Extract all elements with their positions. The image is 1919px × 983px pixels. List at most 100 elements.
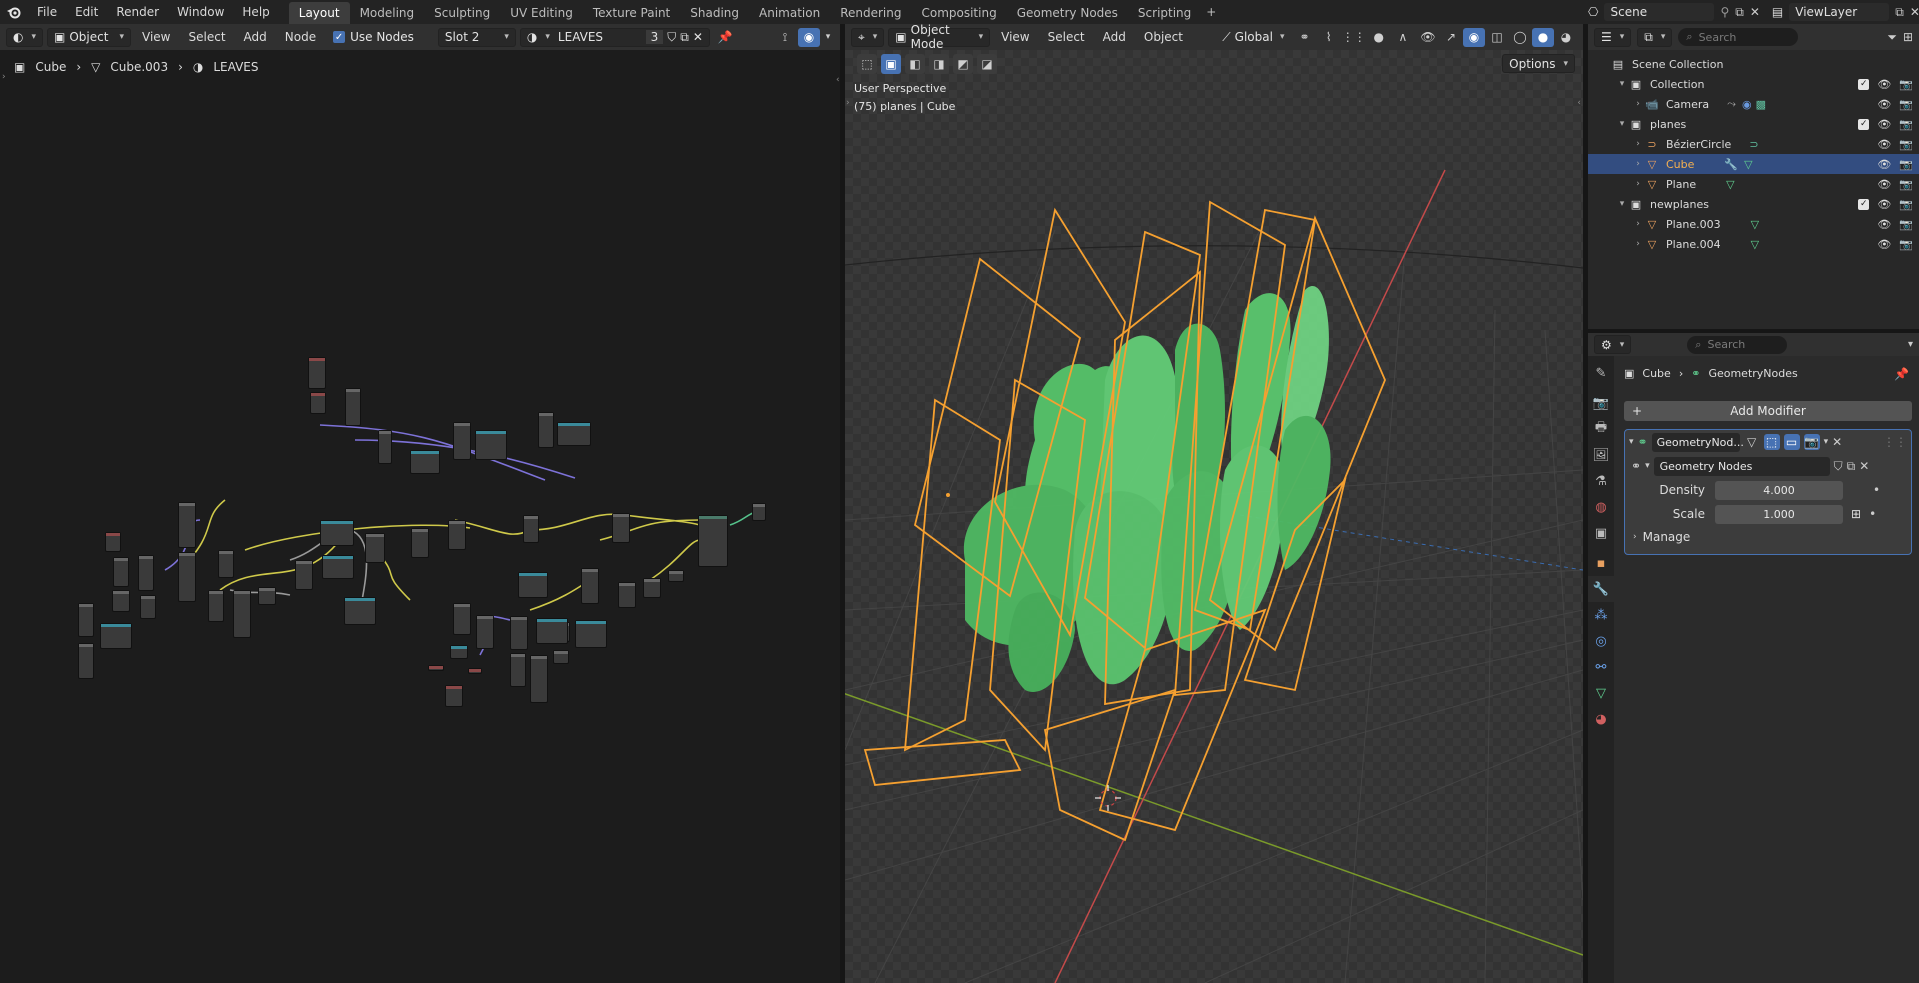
overlays-icon[interactable]: ◉ (798, 27, 820, 47)
eye-icon[interactable]: 👁 (1877, 238, 1891, 251)
node-block[interactable] (476, 615, 494, 649)
chevron-right-icon[interactable]: › (1632, 139, 1644, 149)
node-block[interactable] (518, 572, 548, 598)
fake-user-icon[interactable]: ⛉ (667, 30, 676, 45)
render-tab-icon[interactable]: 📷 (1588, 390, 1614, 416)
shading-solid-icon[interactable]: ● (1532, 27, 1554, 47)
camera-render-icon[interactable]: 📷 (1899, 198, 1913, 211)
menu-help[interactable]: Help (233, 0, 278, 24)
object-tab-icon[interactable]: ▪ (1588, 550, 1614, 576)
menu-view[interactable]: View (994, 30, 1036, 44)
options-dropdown[interactable]: Options ▾ (1502, 54, 1575, 73)
node-editor-canvas[interactable] (0, 50, 840, 983)
camera-render-icon[interactable]: 📷 (1899, 78, 1913, 91)
snap-icon[interactable]: ⌇ (1319, 28, 1339, 47)
chevron-down-icon[interactable]: ▾ (1629, 437, 1634, 447)
density-field[interactable]: 4.000 (1715, 480, 1843, 500)
fake-user-icon[interactable]: ⛉ (1834, 459, 1843, 474)
node-block[interactable] (581, 568, 599, 604)
node-block[interactable] (100, 623, 132, 649)
node-block[interactable] (752, 503, 766, 521)
camera-render-icon[interactable]: 📷 (1899, 158, 1913, 171)
object-type-dropdown[interactable]: ▣ Object ▾ (47, 27, 132, 47)
node-block[interactable] (618, 582, 636, 608)
eye-icon[interactable]: 👁 (1877, 158, 1891, 171)
edit-mode-icon[interactable]: ▽ (1744, 434, 1760, 450)
tab-geometry-nodes[interactable]: Geometry Nodes (1007, 2, 1128, 24)
keyframe-dot-icon[interactable]: • (1873, 483, 1880, 497)
chevron-right-icon[interactable]: › (1632, 219, 1644, 229)
node-block[interactable] (105, 532, 121, 552)
sidebar-toggle-icon[interactable]: ‹ (1577, 98, 1581, 108)
node-tree-icon[interactable]: ⚭ (1631, 459, 1641, 473)
chevron-down-icon[interactable]: ▾ (1645, 461, 1650, 471)
node-block[interactable] (523, 515, 539, 543)
menu-edit[interactable]: Edit (66, 0, 107, 24)
pivot-icon[interactable]: ⚭ (1294, 28, 1314, 47)
exclude-checkbox[interactable]: ✓ (1858, 78, 1870, 90)
outliner-row-plane-004[interactable]: › ▽ Plane.004 ▽ 👁 📷 (1588, 234, 1919, 254)
keyframe-dot-icon[interactable]: • (1869, 507, 1876, 521)
material-selector[interactable]: ◑ ▾ LEAVES 3 ⛉ ⧉ ✕ (519, 27, 710, 47)
proportional-edit-icon[interactable]: ● (1369, 28, 1389, 47)
outliner-row-cube[interactable]: › ▽ Cube 🔧 ▽ 👁 📷 (1588, 154, 1919, 174)
node-block[interactable] (557, 422, 591, 446)
select-tool-icon[interactable]: ⬚ (857, 54, 877, 74)
menu-window[interactable]: Window (168, 0, 233, 24)
node-block[interactable] (295, 560, 313, 590)
chevron-right-icon[interactable]: › (1632, 99, 1644, 109)
node-block[interactable] (78, 603, 94, 637)
scene-field[interactable]: Scene (1604, 3, 1715, 21)
node-block[interactable] (233, 590, 251, 638)
outliner-row-plane-003[interactable]: › ▽ Plane.003 ▽ 👁 📷 (1588, 214, 1919, 234)
eye-icon[interactable]: 👁 (1877, 78, 1891, 91)
outliner-row-plane[interactable]: › ▽ Plane ▽ 👁 📷 (1588, 174, 1919, 194)
slot-dropdown[interactable]: Slot 2 ▾ (437, 27, 516, 47)
node-block[interactable] (553, 650, 569, 664)
tab-uv-editing[interactable]: UV Editing (500, 2, 583, 24)
mode-dropdown[interactable]: ▣ Object Mode ▾ (888, 23, 991, 51)
tab-layout[interactable]: Layout (288, 2, 350, 24)
node-block[interactable] (445, 685, 463, 707)
menu-object[interactable]: Object (1137, 30, 1190, 44)
shading-material-icon[interactable]: ◕ (1555, 28, 1577, 47)
tab-animation[interactable]: Animation (749, 2, 830, 24)
unlink-material-icon[interactable]: ✕ (693, 30, 703, 44)
node-block[interactable] (378, 430, 392, 464)
node-block[interactable] (428, 665, 444, 671)
eye-icon[interactable]: 👁 (1877, 218, 1891, 231)
menu-add[interactable]: Add (237, 30, 274, 44)
duplicate-icon[interactable]: ⧉ (1847, 459, 1856, 474)
output-tab-icon[interactable]: 🖶 (1588, 416, 1614, 442)
node-block[interactable] (538, 412, 554, 448)
xray-icon[interactable]: ◫ (1486, 28, 1508, 47)
node-block[interactable] (450, 645, 468, 659)
outliner-row-collection[interactable]: ▾ ▣ Collection ✓ 👁 📷 (1588, 74, 1919, 94)
3d-viewport[interactable]: ⬚ ▣ ◧ ◨ ◩ ◪ Options ▾ User Perspective (7… (845, 50, 1583, 983)
snap-target-icon[interactable]: ⋮⋮ (1342, 28, 1366, 47)
shading-wireframe-icon[interactable]: ◯ (1509, 28, 1531, 47)
render-icon[interactable]: 📷 (1803, 434, 1820, 450)
view-layer-icon[interactable]: ▤ (1772, 5, 1783, 19)
material-users-count[interactable]: 3 (645, 30, 664, 44)
node-block[interactable] (411, 528, 429, 558)
select-new-icon[interactable]: ▣ (881, 54, 901, 74)
falloff-icon[interactable]: ∧ (1393, 28, 1413, 47)
physics-tab-icon[interactable]: ◎ (1588, 628, 1614, 654)
select-extend-icon[interactable]: ◧ (905, 54, 925, 74)
node-block[interactable] (308, 357, 326, 389)
node-block[interactable] (140, 595, 156, 619)
world-tab-icon[interactable]: ◍ (1588, 494, 1614, 520)
node-block[interactable] (320, 520, 354, 546)
node-block[interactable] (178, 502, 196, 548)
tab-shading[interactable]: Shading (680, 2, 749, 24)
transform-orientation-dropdown[interactable]: ⟋ Global ▾ (1216, 28, 1290, 47)
outliner-row-scene-collection[interactable]: ▤ Scene Collection (1588, 54, 1919, 74)
node-block[interactable] (178, 552, 196, 602)
constraints-tab-icon[interactable]: ⚯ (1588, 654, 1614, 680)
editor-type-dropdown[interactable]: ⌖ ▾ (851, 27, 885, 47)
menu-render[interactable]: Render (107, 0, 168, 24)
node-block[interactable] (453, 422, 471, 460)
node-block[interactable] (208, 590, 224, 622)
node-block[interactable] (258, 587, 276, 605)
